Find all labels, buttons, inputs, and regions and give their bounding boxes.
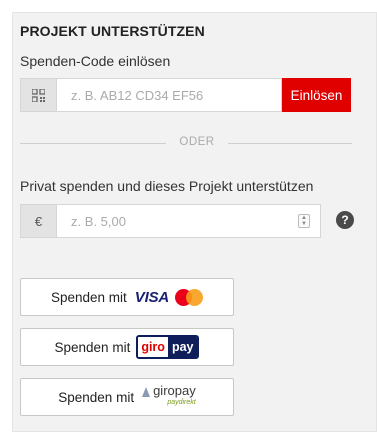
mastercard-icon xyxy=(175,288,204,306)
amount-stepper[interactable]: ▲ ▼ xyxy=(298,214,310,228)
stepper-down-icon[interactable]: ▼ xyxy=(301,221,307,227)
divider-text: ODER xyxy=(179,136,215,148)
divider-line-right xyxy=(228,143,352,144)
giropay-logo: giro pay xyxy=(136,335,200,359)
giropay-logo-giro: giro xyxy=(138,337,168,357)
donation-code-input[interactable] xyxy=(56,78,282,112)
giropay-logo-pay: pay xyxy=(167,337,198,357)
donate-visa-mastercard-button[interactable]: Spenden mit VISA xyxy=(20,278,234,316)
qr-code-glyph xyxy=(32,88,45,102)
visa-logo: VISA xyxy=(134,288,170,306)
paydirekt-text: giropay paydirekt xyxy=(153,383,196,409)
qr-code-icon xyxy=(20,78,56,112)
button-prefix-label: Spenden mit xyxy=(58,389,135,405)
panel-title: PROJEKT UNTERSTÜTZEN xyxy=(20,23,205,39)
redeem-button[interactable]: Einlösen xyxy=(282,78,351,112)
donate-giropay-button[interactable]: Spenden mit giro pay xyxy=(20,328,234,366)
paydirekt-logo: giropay paydirekt xyxy=(142,383,196,409)
help-icon[interactable]: ? xyxy=(336,211,354,229)
divider-line-left xyxy=(20,143,166,144)
mastercard-orange-circle xyxy=(186,288,204,306)
donate-paydirekt-button[interactable]: Spenden mit giropay paydirekt xyxy=(20,378,234,416)
paydirekt-icon xyxy=(142,387,151,397)
paydirekt-main-text: giropay xyxy=(153,383,196,398)
euro-currency-icon: € xyxy=(20,204,56,238)
donation-code-label: Spenden-Code einlösen xyxy=(20,53,171,69)
button-prefix-label: Spenden mit xyxy=(54,339,131,355)
donation-amount-input[interactable] xyxy=(56,204,321,238)
private-donation-label: Privat spenden und dieses Projekt unters… xyxy=(20,178,314,194)
paydirekt-sub-text: paydirekt xyxy=(167,399,196,406)
button-prefix-label: Spenden mit xyxy=(50,289,127,305)
